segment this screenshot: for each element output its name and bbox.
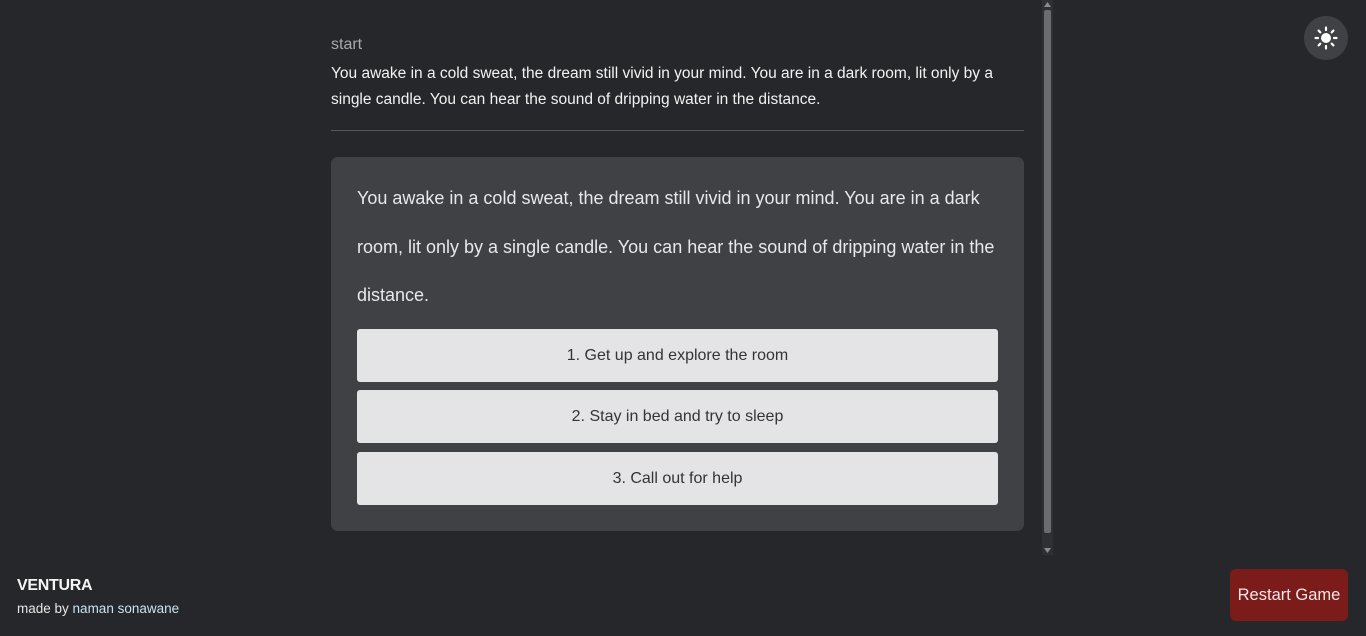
- history-node-label: start: [331, 36, 363, 53]
- divider: [331, 130, 1024, 131]
- restart-game-button[interactable]: Restart Game: [1230, 569, 1348, 621]
- footer-brand: VENTURA: [17, 577, 93, 594]
- history-text: You awake in a cold sweat, the dream sti…: [331, 65, 993, 108]
- scroll-up-icon[interactable]: [1042, 0, 1053, 9]
- footer-credit: made by naman sonawane: [17, 601, 179, 616]
- story-pane: start You awake in a cold sweat, the dre…: [331, 0, 1024, 556]
- scroll-down-icon[interactable]: [1042, 546, 1053, 555]
- theme-toggle-button[interactable]: [1304, 16, 1348, 60]
- choice-button-1[interactable]: 1. Get up and explore the room: [357, 329, 998, 382]
- scroll-thumb[interactable]: [1044, 10, 1051, 533]
- app-root: start You awake in a cold sweat, the dre…: [0, 0, 1366, 636]
- choice-button-2[interactable]: 2. Stay in bed and try to sleep: [357, 390, 998, 443]
- story-scrollbar[interactable]: [1042, 0, 1053, 555]
- scene-text: You awake in a cold sweat, the dream sti…: [357, 188, 995, 305]
- credit-prefix: made by: [17, 601, 69, 616]
- choice-button-3[interactable]: 3. Call out for help: [357, 452, 998, 505]
- sun-icon: [1314, 26, 1338, 50]
- author-link[interactable]: naman sonawane: [73, 601, 180, 616]
